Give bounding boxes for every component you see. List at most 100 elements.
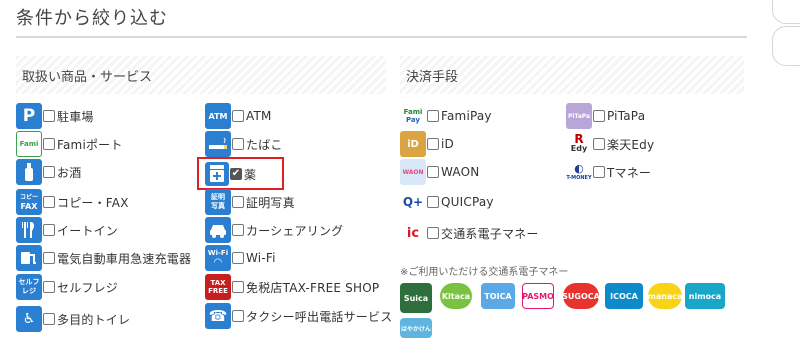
t-money-icon: ◐ T-MONEY	[566, 159, 592, 185]
filter-label: セルフレジ	[57, 280, 119, 295]
checkbox[interactable]	[232, 310, 244, 322]
filter-label: 交通系電子マネー	[441, 226, 539, 241]
filter-ev-charger[interactable]: 電気自動車用急速充電器	[16, 245, 191, 271]
filter-self-checkout[interactable]: セルフ レジ セルフレジ	[16, 274, 118, 300]
filter-label: イートイン	[57, 223, 119, 238]
side-button-bottom[interactable]	[772, 26, 800, 66]
waon-icon: WAON	[400, 159, 426, 185]
checkbox[interactable]	[427, 227, 439, 239]
checkbox[interactable]	[43, 224, 55, 236]
checkbox[interactable]	[593, 110, 605, 122]
transit-card-nimoca: nimoca	[685, 283, 725, 309]
checkbox[interactable]	[593, 138, 605, 150]
bottle-icon	[16, 159, 42, 185]
page-title: 条件から絞り込む	[16, 8, 168, 29]
famiport-icon: Fami	[16, 131, 42, 157]
checkbox[interactable]	[232, 110, 244, 122]
filter-label: 電気自動車用急速充電器	[57, 251, 192, 266]
filter-label: Wi-Fi	[246, 251, 276, 265]
filter-atm[interactable]: ATM ATM	[205, 103, 272, 129]
checkbox[interactable]	[232, 196, 244, 208]
filter-famipay[interactable]: Fami Pay FamiPay	[400, 103, 492, 129]
transit-card-hayakaken: はやかけん	[400, 318, 432, 338]
checkbox[interactable]	[232, 281, 244, 293]
parking-icon: P	[16, 103, 42, 129]
atm-icon: ATM	[205, 103, 231, 129]
checkbox[interactable]	[43, 166, 55, 178]
phone-icon: ☎	[205, 303, 231, 329]
transit-card-toica: TOICA	[481, 283, 515, 309]
transit-note: ※ご利用いただける交通系電子マネー	[400, 267, 569, 278]
filter-copy-fax[interactable]: コピー FAX コピー・FAX	[16, 189, 129, 215]
filter-wifi[interactable]: Wi-Fi ◠ Wi-Fi	[205, 245, 276, 271]
checkbox[interactable]	[43, 138, 55, 150]
id-icon: iD	[400, 131, 426, 157]
fax-icon: コピー FAX	[16, 189, 42, 215]
pitapa-icon: PiTaPa	[566, 103, 592, 129]
fork-knife-icon	[16, 217, 42, 243]
filter-label: WAON	[441, 165, 480, 179]
checkbox[interactable]	[427, 166, 439, 178]
filter-label: 駐車場	[57, 109, 94, 124]
filter-label: iD	[441, 137, 454, 151]
wheelchair-icon: ♿	[16, 306, 42, 332]
filter-quicpay[interactable]: Q+ QUICPay	[400, 189, 494, 215]
famipay-icon: Fami Pay	[400, 103, 426, 129]
filter-label: コピー・FAX	[57, 195, 129, 210]
checkbox[interactable]	[43, 110, 55, 122]
checkbox[interactable]	[43, 252, 55, 264]
ev-charger-icon	[16, 245, 42, 271]
checkbox[interactable]	[593, 166, 605, 178]
filter-rakuten-edy[interactable]: R Edy 楽天Edy	[566, 131, 654, 157]
filter-label: 免税店TAX-FREE SHOP	[246, 280, 380, 295]
checkbox[interactable]	[43, 196, 55, 208]
checkbox[interactable]	[427, 138, 439, 150]
filter-label: 多目的トイレ	[57, 312, 131, 327]
cigarette-icon	[205, 131, 231, 157]
self-checkout-icon: セルフ レジ	[16, 274, 42, 300]
medicine-highlight	[197, 157, 284, 190]
filter-parking[interactable]: P 駐車場	[16, 103, 94, 129]
section-header-payment: 決済手段	[400, 56, 744, 94]
filter-label: 証明写真	[246, 195, 295, 210]
checkbox[interactable]	[43, 313, 55, 325]
checkbox[interactable]	[427, 110, 439, 122]
transit-card-pasmo: PASMO	[522, 283, 554, 309]
filter-tobacco[interactable]: たばこ	[205, 131, 283, 157]
filter-transit-ic[interactable]: ic 交通系電子マネー	[400, 220, 539, 246]
filter-tax-free[interactable]: TAX FREE 免税店TAX-FREE SHOP	[205, 274, 379, 300]
filter-label: ATM	[246, 109, 272, 123]
filter-accessible-toilet[interactable]: ♿ 多目的トイレ	[16, 306, 130, 332]
checkbox[interactable]	[427, 196, 439, 208]
filter-pitapa[interactable]: PiTaPa PiTaPa	[566, 103, 645, 129]
wifi-icon: Wi-Fi ◠	[205, 245, 231, 271]
transit-card-kitaca: Kitaca	[440, 283, 472, 309]
filter-label: FamiPay	[441, 109, 492, 123]
filter-id[interactable]: iD iD	[400, 131, 454, 157]
filter-taxi-phone[interactable]: ☎ タクシー呼出電話サービス	[205, 303, 392, 329]
checkbox[interactable]	[232, 138, 244, 150]
filter-alcohol[interactable]: お酒	[16, 159, 81, 185]
filter-car-sharing[interactable]: カーシェアリング	[205, 217, 343, 243]
filter-label: カーシェアリング	[246, 223, 344, 238]
section-header-products: 取扱い商品・サービス	[16, 56, 386, 94]
filter-label: たばこ	[246, 137, 283, 152]
car-icon	[205, 217, 231, 243]
filter-label: QUICPay	[441, 195, 494, 209]
filter-eat-in[interactable]: イートイン	[16, 217, 118, 243]
title-divider	[16, 36, 747, 38]
filter-famiport[interactable]: Fami Famiポート	[16, 131, 123, 157]
checkbox[interactable]	[43, 281, 55, 293]
filter-id-photo[interactable]: 証明 写真 証明写真	[205, 189, 295, 215]
filter-label: PiTaPa	[607, 109, 646, 123]
rakuten-edy-icon: R Edy	[566, 131, 592, 157]
id-photo-icon: 証明 写真	[205, 189, 231, 215]
side-button-top[interactable]	[772, 0, 800, 24]
filter-t-money[interactable]: ◐ T-MONEY Tマネー	[566, 159, 651, 185]
filter-label: Famiポート	[57, 137, 123, 152]
transit-card-suica: Suica	[400, 283, 432, 313]
checkbox[interactable]	[232, 252, 244, 264]
transit-card-icoca: ICOCA	[605, 283, 643, 309]
filter-waon[interactable]: WAON WAON	[400, 159, 479, 185]
checkbox[interactable]	[232, 224, 244, 236]
